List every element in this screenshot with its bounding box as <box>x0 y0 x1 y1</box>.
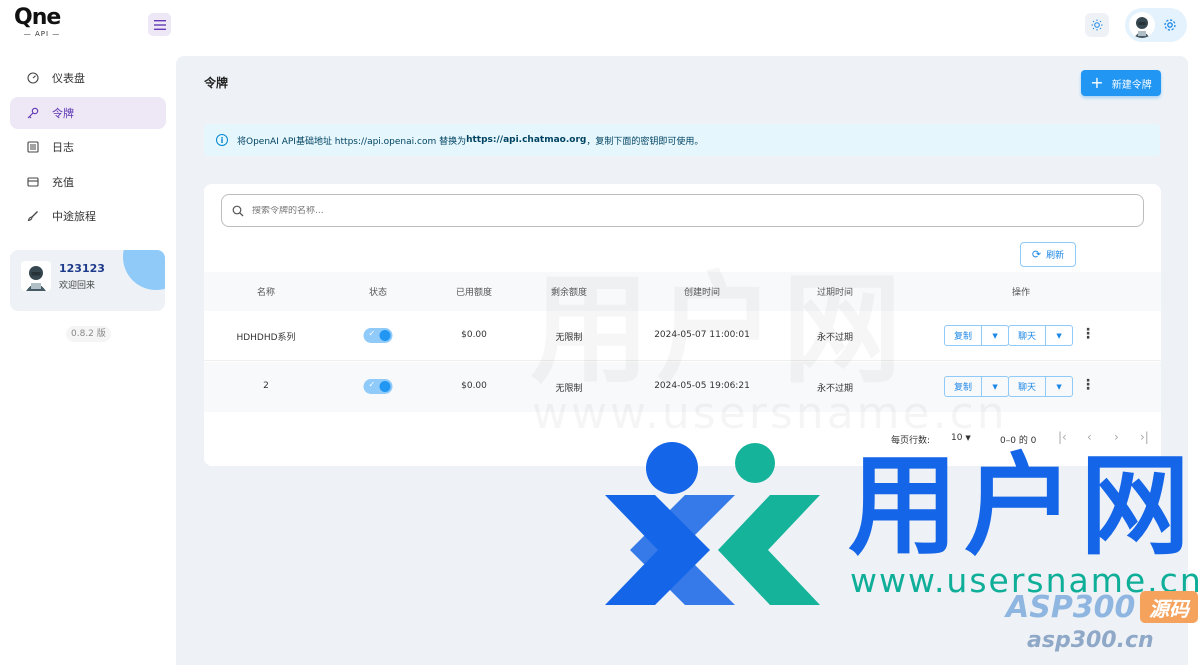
chevron-down-icon[interactable]: ▼ <box>982 376 1010 397</box>
copy-button[interactable]: 复制 <box>944 376 983 397</box>
copy-split-button: 复制 ▼ <box>944 325 1010 346</box>
table-row: 2 ✓ $0.00 无限制 2024-05-05 19:06:21 永不过期 复… <box>204 362 1161 412</box>
welcome-text: 欢迎回来 <box>59 281 96 291</box>
used-quota: $0.00 <box>461 381 487 391</box>
column-header: 操作 <box>1011 288 1031 298</box>
info-icon: i <box>216 134 228 146</box>
alert-text-prefix: 将OpenAI API基础地址 https://api.openai.com 替… <box>237 136 467 147</box>
search-icon <box>232 205 244 216</box>
column-header[interactable]: 创建时间 <box>684 285 720 298</box>
chat-split-button: 聊天 ▼ <box>1008 325 1074 346</box>
search-box[interactable] <box>221 194 1144 227</box>
page-range: 0–0 的 0 <box>1000 436 1037 446</box>
chevron-down-icon[interactable]: ▼ <box>982 325 1010 346</box>
first-page-icon[interactable]: |‹ <box>1058 430 1067 444</box>
copy-split-button: 复制 ▼ <box>944 376 1010 397</box>
log-icon <box>26 140 40 154</box>
key-icon <box>26 106 40 120</box>
sidebar-item-label: 仪表盘 <box>52 72 85 85</box>
search-input[interactable] <box>252 205 752 216</box>
created-time: 2024-05-07 11:00:01 <box>654 330 750 340</box>
rows-per-page-value: 10 <box>951 433 963 443</box>
tokens-card: ⟳ 刷新 名称 状态 已用额度 剩余额度 创建时间 过期时间 操作 HDHDHD… <box>204 184 1161 466</box>
remaining-quota: 无限制 <box>555 384 583 394</box>
logo-subtext: — API — <box>23 30 61 38</box>
sidebar-item-label: 令牌 <box>52 107 74 120</box>
more-icon[interactable]: ⋮ <box>1081 326 1095 342</box>
sun-icon <box>1091 19 1103 31</box>
check-icon: ✓ <box>368 380 376 389</box>
column-header[interactable]: 已用额度 <box>456 285 492 298</box>
sidebar-item-dashboard[interactable]: 仪表盘 <box>10 62 166 94</box>
user-card[interactable]: 123123 欢迎回来 <box>10 250 165 311</box>
status-toggle[interactable]: ✓ <box>363 379 393 394</box>
gear-icon <box>1164 19 1176 31</box>
token-name: 2 <box>263 381 269 391</box>
menu-toggle-button[interactable] <box>148 13 171 36</box>
profile-menu-button[interactable] <box>1125 8 1187 42</box>
chat-split-button: 聊天 ▼ <box>1008 376 1074 397</box>
app-logo[interactable]: Qne — API — <box>14 6 74 44</box>
last-page-icon[interactable]: ›| <box>1140 430 1149 444</box>
more-icon[interactable]: ⋮ <box>1081 377 1095 393</box>
rows-per-page-label: 每页行数: <box>891 436 931 446</box>
column-header[interactable]: 状态 <box>369 285 387 298</box>
check-icon: ✓ <box>368 329 376 338</box>
column-header[interactable]: 名称 <box>257 285 275 298</box>
column-header[interactable]: 过期时间 <box>817 285 853 298</box>
refresh-icon: ⟳ <box>1031 248 1042 261</box>
theme-toggle-button[interactable] <box>1085 13 1109 37</box>
new-token-button[interactable]: + 新建令牌 <box>1081 70 1161 96</box>
sidebar-item-tokens[interactable]: 令牌 <box>10 97 166 129</box>
sidebar: 仪表盘 令牌 日志 充值 中途旅程 123123 欢迎回来 0.8.2 版 <box>0 52 176 665</box>
prev-page-icon[interactable]: ‹ <box>1087 430 1092 444</box>
chat-button[interactable]: 聊天 <box>1008 376 1047 397</box>
status-toggle[interactable]: ✓ <box>363 328 393 343</box>
sidebar-item-logs[interactable]: 日志 <box>10 131 166 163</box>
page-title: 令牌 <box>204 76 229 90</box>
rows-per-page-select[interactable]: 10 ▼ <box>951 433 971 443</box>
chevron-down-icon[interactable]: ▼ <box>1046 376 1074 397</box>
logo-text: Qne <box>14 5 61 30</box>
expire-time: 永不过期 <box>816 384 854 394</box>
plus-icon: + <box>1090 73 1104 92</box>
chat-button[interactable]: 聊天 <box>1008 325 1047 346</box>
sidebar-item-label: 中途旅程 <box>52 210 96 223</box>
menu-icon <box>153 19 166 30</box>
expire-time: 永不过期 <box>816 333 854 343</box>
brush-icon <box>26 209 40 223</box>
new-token-label: 新建令牌 <box>1111 79 1152 91</box>
card-icon <box>26 175 40 189</box>
caret-down-icon: ▼ <box>965 434 971 442</box>
sidebar-item-recharge[interactable]: 充值 <box>10 166 166 198</box>
sidebar-item-label: 充值 <box>52 176 74 189</box>
next-page-icon[interactable]: › <box>1114 430 1119 444</box>
sidebar-item-label: 日志 <box>52 141 74 154</box>
dashboard-icon <box>26 71 40 85</box>
created-time: 2024-05-05 19:06:21 <box>654 381 750 391</box>
user-name: 123123 <box>59 262 105 275</box>
refresh-button[interactable]: ⟳ 刷新 <box>1020 242 1076 267</box>
used-quota: $0.00 <box>461 330 487 340</box>
sidebar-item-midjourney[interactable]: 中途旅程 <box>10 200 166 232</box>
table-row: HDHDHD系列 ✓ $0.00 无限制 2024-05-07 11:00:01… <box>204 311 1161 361</box>
token-name: HDHDHD系列 <box>236 333 296 343</box>
alert-text-url: https://api.chatmao.org <box>466 135 587 145</box>
remaining-quota: 无限制 <box>555 333 583 343</box>
info-alert: i 将OpenAI API基础地址 https://api.openai.com… <box>204 124 1160 156</box>
avatar <box>1129 12 1155 38</box>
version-badge: 0.8.2 版 <box>66 326 111 342</box>
avatar <box>21 261 51 291</box>
copy-button[interactable]: 复制 <box>944 325 983 346</box>
alert-text-suffix: ，复制下面的密钥即可使用。 <box>586 136 704 147</box>
main-content: 令牌 + 新建令牌 i 将OpenAI API基础地址 https://api.… <box>176 56 1188 665</box>
refresh-label: 刷新 <box>1046 251 1065 261</box>
column-header[interactable]: 剩余额度 <box>551 285 587 298</box>
card-decoration <box>123 250 165 290</box>
pagination: 每页行数: 10 ▼ 0–0 的 0 |‹ ‹ › ›| <box>204 424 1161 454</box>
app-header: Qne — API — <box>0 0 1200 52</box>
table-header: 名称 状态 已用额度 剩余额度 创建时间 过期时间 操作 <box>204 272 1161 311</box>
chevron-down-icon[interactable]: ▼ <box>1046 325 1074 346</box>
